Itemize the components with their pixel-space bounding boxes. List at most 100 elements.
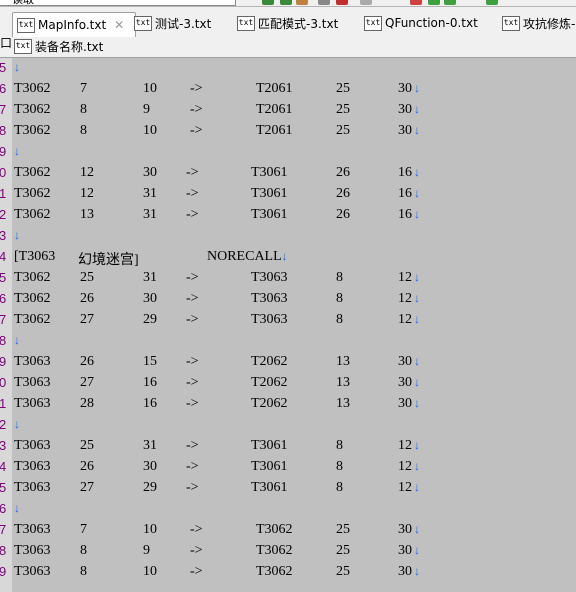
cell-token: -> (190, 123, 203, 138)
cell-token: 16 (398, 186, 412, 201)
macro-record-icon[interactable] (410, 0, 422, 5)
cell-token: 13 (336, 354, 350, 369)
cell-token: 10 (143, 522, 157, 537)
cell-token: -> (190, 564, 203, 579)
line-number: 5 (0, 480, 7, 495)
line-end-icon: ↓ (281, 249, 288, 263)
text-line: 9 T3063 26 15 -> T2062 13 30 ↓ (0, 352, 576, 373)
cell-token: 16 (398, 165, 412, 180)
cell-token: 13 (80, 207, 94, 222)
macro-step-icon[interactable] (444, 0, 456, 5)
line-number: 8 (0, 333, 7, 348)
line-number: 7 (0, 522, 7, 537)
cell-token: 30 (143, 165, 157, 180)
find-icon[interactable] (262, 0, 274, 5)
cell-token: -> (186, 459, 199, 474)
cell-token: 12 (398, 291, 412, 306)
cell-token: -> (186, 396, 199, 411)
cell-token: T3062 (256, 543, 293, 558)
tab-equipment-names[interactable]: txt 装备名称.txt (14, 35, 103, 57)
macro-play-icon[interactable] (428, 0, 440, 5)
line-number: 5 (0, 60, 7, 75)
cell-token: T3063 (14, 543, 51, 558)
cell-token: T3063 (251, 312, 288, 327)
cell-token: 29 (143, 480, 157, 495)
txt-file-icon: txt (14, 38, 32, 54)
cell-token: 8 (336, 312, 343, 327)
cell-token: 27 (80, 375, 94, 390)
cell-token: 10 (143, 81, 157, 96)
cell-token: 10 (143, 123, 157, 138)
cell-token: T3062 (14, 207, 51, 222)
goto-icon[interactable] (318, 0, 330, 5)
cell-token: 13 (336, 375, 350, 390)
close-tab-icon[interactable]: ✕ (114, 18, 124, 32)
text-line: 7 T3062 27 29 -> T3063 8 12 ↓ (0, 310, 576, 331)
cell-token: 8 (336, 438, 343, 453)
text-line: 7 T3063 7 10 -> T3062 25 30 ↓ (0, 520, 576, 541)
tab-label: 测试-3.txt (155, 16, 212, 31)
line-end-icon: ↓ (14, 501, 20, 515)
cell-token: T3063 (14, 396, 51, 411)
cell-token: 27 (80, 480, 94, 495)
text-line: 3 T3063 25 31 -> T3061 8 12 ↓ (0, 436, 576, 457)
text-editor[interactable]: 5 ↓ 6 T3062 7 10 -> T2061 25 30 ↓ 7 T3062 8 9 -> T2061 25… (0, 58, 576, 592)
replace-icon[interactable] (296, 0, 308, 5)
cell-token: 25 (336, 102, 350, 117)
font-color-icon[interactable] (336, 0, 348, 5)
cell-token: 31 (143, 438, 157, 453)
word-wrap-icon[interactable] (360, 0, 372, 5)
line-end-icon: ↓ (414, 459, 420, 473)
text-line: 0 T3063 27 16 -> T2062 13 30 ↓ (0, 373, 576, 394)
cell-token: T3063 (251, 270, 288, 285)
search-combo[interactable] (0, 0, 236, 6)
cell-token: 26 (80, 459, 94, 474)
tab-mapinfo[interactable]: txt MapInfo.txt ✕ (12, 12, 136, 37)
text-line: 6 T3062 26 30 -> T3063 8 12 ↓ (0, 289, 576, 310)
cell-token: T3062 (14, 312, 51, 327)
cell-token: 30 (398, 396, 412, 411)
line-end-icon: ↓ (414, 543, 420, 557)
cell-token: T3063 (14, 375, 51, 390)
text-line: 4 T3063 26 30 -> T3061 8 12 ↓ (0, 457, 576, 478)
cell-token: 26 (336, 207, 350, 222)
tab-match-mode-3[interactable]: txt 匹配模式-3.txt (237, 12, 338, 34)
cell-token: 25 (80, 438, 94, 453)
text-line: 6 ↓ (0, 499, 576, 520)
run-icon[interactable] (486, 0, 498, 5)
cell-token: 30 (143, 459, 157, 474)
line-end-icon: ↓ (414, 291, 420, 305)
line-end-icon: ↓ (14, 60, 20, 74)
cell-token: 9 (143, 543, 150, 558)
cell-token: T3062 (14, 270, 51, 285)
cell-token: 31 (143, 270, 157, 285)
cell-token: 16 (398, 207, 412, 222)
line-number: 1 (0, 186, 7, 201)
cell-token: 26 (80, 354, 94, 369)
line-end-icon: ↓ (414, 438, 420, 452)
find-next-icon[interactable] (280, 0, 292, 5)
line-end-icon: ↓ (14, 228, 20, 242)
cell-token: -> (190, 543, 203, 558)
cell-token: 30 (398, 123, 412, 138)
line-number: 8 (0, 123, 7, 138)
line-end-icon: ↓ (414, 207, 420, 221)
cell-token: 12 (398, 438, 412, 453)
header-token: 幻境迷宫] (78, 253, 139, 268)
text-line: 8 ↓ (0, 331, 576, 352)
cell-token: 7 (80, 81, 87, 96)
text-line: 6 T3062 7 10 -> T2061 25 30 ↓ (0, 79, 576, 100)
line-number: 6 (0, 291, 7, 306)
tab-bar: txt MapInfo.txt ✕ txt 测试-3.txt txt 匹配模式-… (0, 7, 576, 58)
line-number: 3 (0, 438, 7, 453)
tab-test-3[interactable]: txt 测试-3.txt (134, 12, 211, 34)
cell-token: -> (186, 165, 199, 180)
cell-token: T3062 (14, 165, 51, 180)
tab-attack-train[interactable]: txt 攻抗修炼- (502, 12, 575, 34)
cell-token: T3061 (251, 186, 288, 201)
text-line: 2 T3062 13 31 -> T3061 26 16 ↓ (0, 205, 576, 226)
tab-qfunction-0[interactable]: txt QFunction-0.txt (364, 12, 478, 34)
line-number: 2 (0, 417, 7, 432)
line-end-icon: ↓ (414, 102, 420, 116)
cell-token: 8 (80, 102, 87, 117)
